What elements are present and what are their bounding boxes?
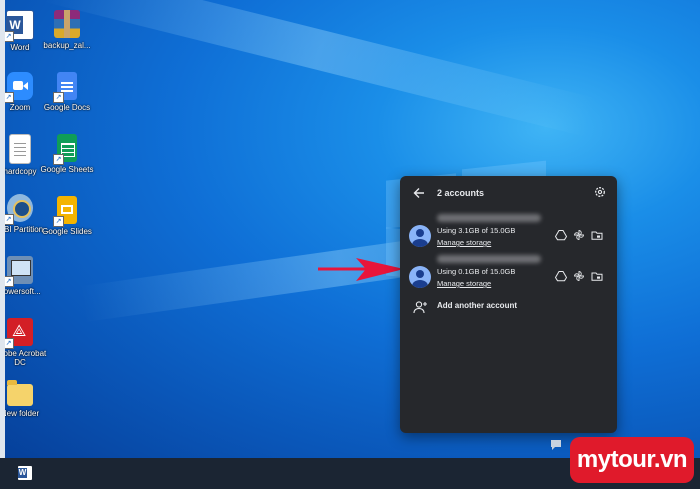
- drive-icon[interactable]: [554, 228, 568, 241]
- folder-icon[interactable]: [591, 228, 603, 240]
- back-arrow-icon[interactable]: [412, 186, 426, 200]
- storage-usage: Using 3.1GB of 15.0GB: [437, 226, 516, 235]
- icon-label: Adobe Acrobat DC: [0, 349, 47, 367]
- word-icon: W ↗: [3, 10, 34, 42]
- add-account-label: Add another account: [437, 301, 518, 310]
- winrar-archive-icon: [54, 10, 80, 38]
- account-row[interactable]: Using 3.1GB of 15.0GB Manage storage: [400, 214, 617, 258]
- storage-usage: Using 0.1GB of 15.0GB: [437, 267, 516, 276]
- panel-header: 2 accounts: [400, 176, 617, 210]
- desktop-icon-google-slides[interactable]: ↗ Google Slides: [35, 196, 99, 236]
- drive-icon[interactable]: [554, 269, 568, 282]
- document-icon: [9, 134, 31, 164]
- account-actions: [554, 269, 613, 282]
- icon-label: Google Docs: [43, 103, 91, 112]
- redacted-email: [437, 214, 541, 222]
- icon-label: Word: [10, 43, 30, 52]
- pinwheel-icon[interactable]: [573, 269, 585, 281]
- google-docs-icon: ↗: [53, 72, 77, 103]
- desktop-icon-new-folder[interactable]: New folder: [0, 380, 52, 418]
- gear-icon[interactable]: [593, 185, 607, 199]
- drive-accounts-panel: 2 accounts Using 3.1GB of 15.0GB Manage …: [400, 176, 617, 433]
- watermark-logo: mytour.vn: [570, 437, 694, 483]
- avatar: [409, 225, 431, 247]
- desktop-icon-google-sheets[interactable]: ↗ Google Sheets: [35, 134, 99, 174]
- desktop-icon-backup[interactable]: backup_zal...: [35, 10, 99, 50]
- add-person-icon: [413, 301, 427, 314]
- desktop-icon-google-docs[interactable]: ↗ Google Docs: [35, 72, 99, 112]
- add-account-button[interactable]: Add another account: [400, 298, 617, 316]
- icon-label: hardcopy: [3, 167, 37, 176]
- zoom-icon: ↗: [3, 72, 33, 103]
- avatar: [409, 266, 431, 288]
- manage-storage-link[interactable]: Manage storage: [437, 238, 491, 247]
- acrobat-icon: ⟁ ↗: [3, 318, 33, 349]
- account-row[interactable]: Using 0.1GB of 15.0GB Manage storage: [400, 255, 617, 299]
- desktop-background: W ↗ Word ↗ Zoom hardcopy ↗ NIUBI Partiti…: [0, 0, 700, 458]
- annotation-arrow: [318, 258, 404, 281]
- chat-icon[interactable]: [550, 439, 562, 451]
- icon-label: powersoft...: [0, 287, 41, 296]
- icon-label: backup_zal...: [43, 41, 91, 50]
- icon-label: Zoom: [9, 103, 31, 112]
- pinwheel-icon[interactable]: [573, 228, 585, 240]
- icon-label: New folder: [0, 409, 40, 418]
- google-sheets-icon: ↗: [53, 134, 77, 165]
- folder-icon[interactable]: [591, 269, 603, 281]
- window-border: [0, 0, 5, 489]
- light-beam: [43, 0, 597, 138]
- folder-icon: [7, 380, 33, 406]
- manage-storage-link[interactable]: Manage storage: [437, 279, 491, 288]
- redacted-email: [437, 255, 541, 263]
- account-actions: [554, 228, 613, 241]
- desktop-icon-powersoft[interactable]: ↗ powersoft...: [0, 256, 52, 296]
- google-slides-icon: ↗: [53, 196, 77, 227]
- niubi-partition-icon: ↗: [3, 194, 33, 225]
- desktop-icon-acrobat[interactable]: ⟁ ↗ Adobe Acrobat DC: [0, 318, 52, 367]
- panel-title: 2 accounts: [437, 188, 485, 198]
- icon-label: Google Slides: [42, 227, 92, 236]
- icon-label: Google Sheets: [40, 165, 94, 174]
- powersoft-icon: ↗: [3, 256, 33, 287]
- word-taskbar-icon[interactable]: W: [18, 466, 32, 480]
